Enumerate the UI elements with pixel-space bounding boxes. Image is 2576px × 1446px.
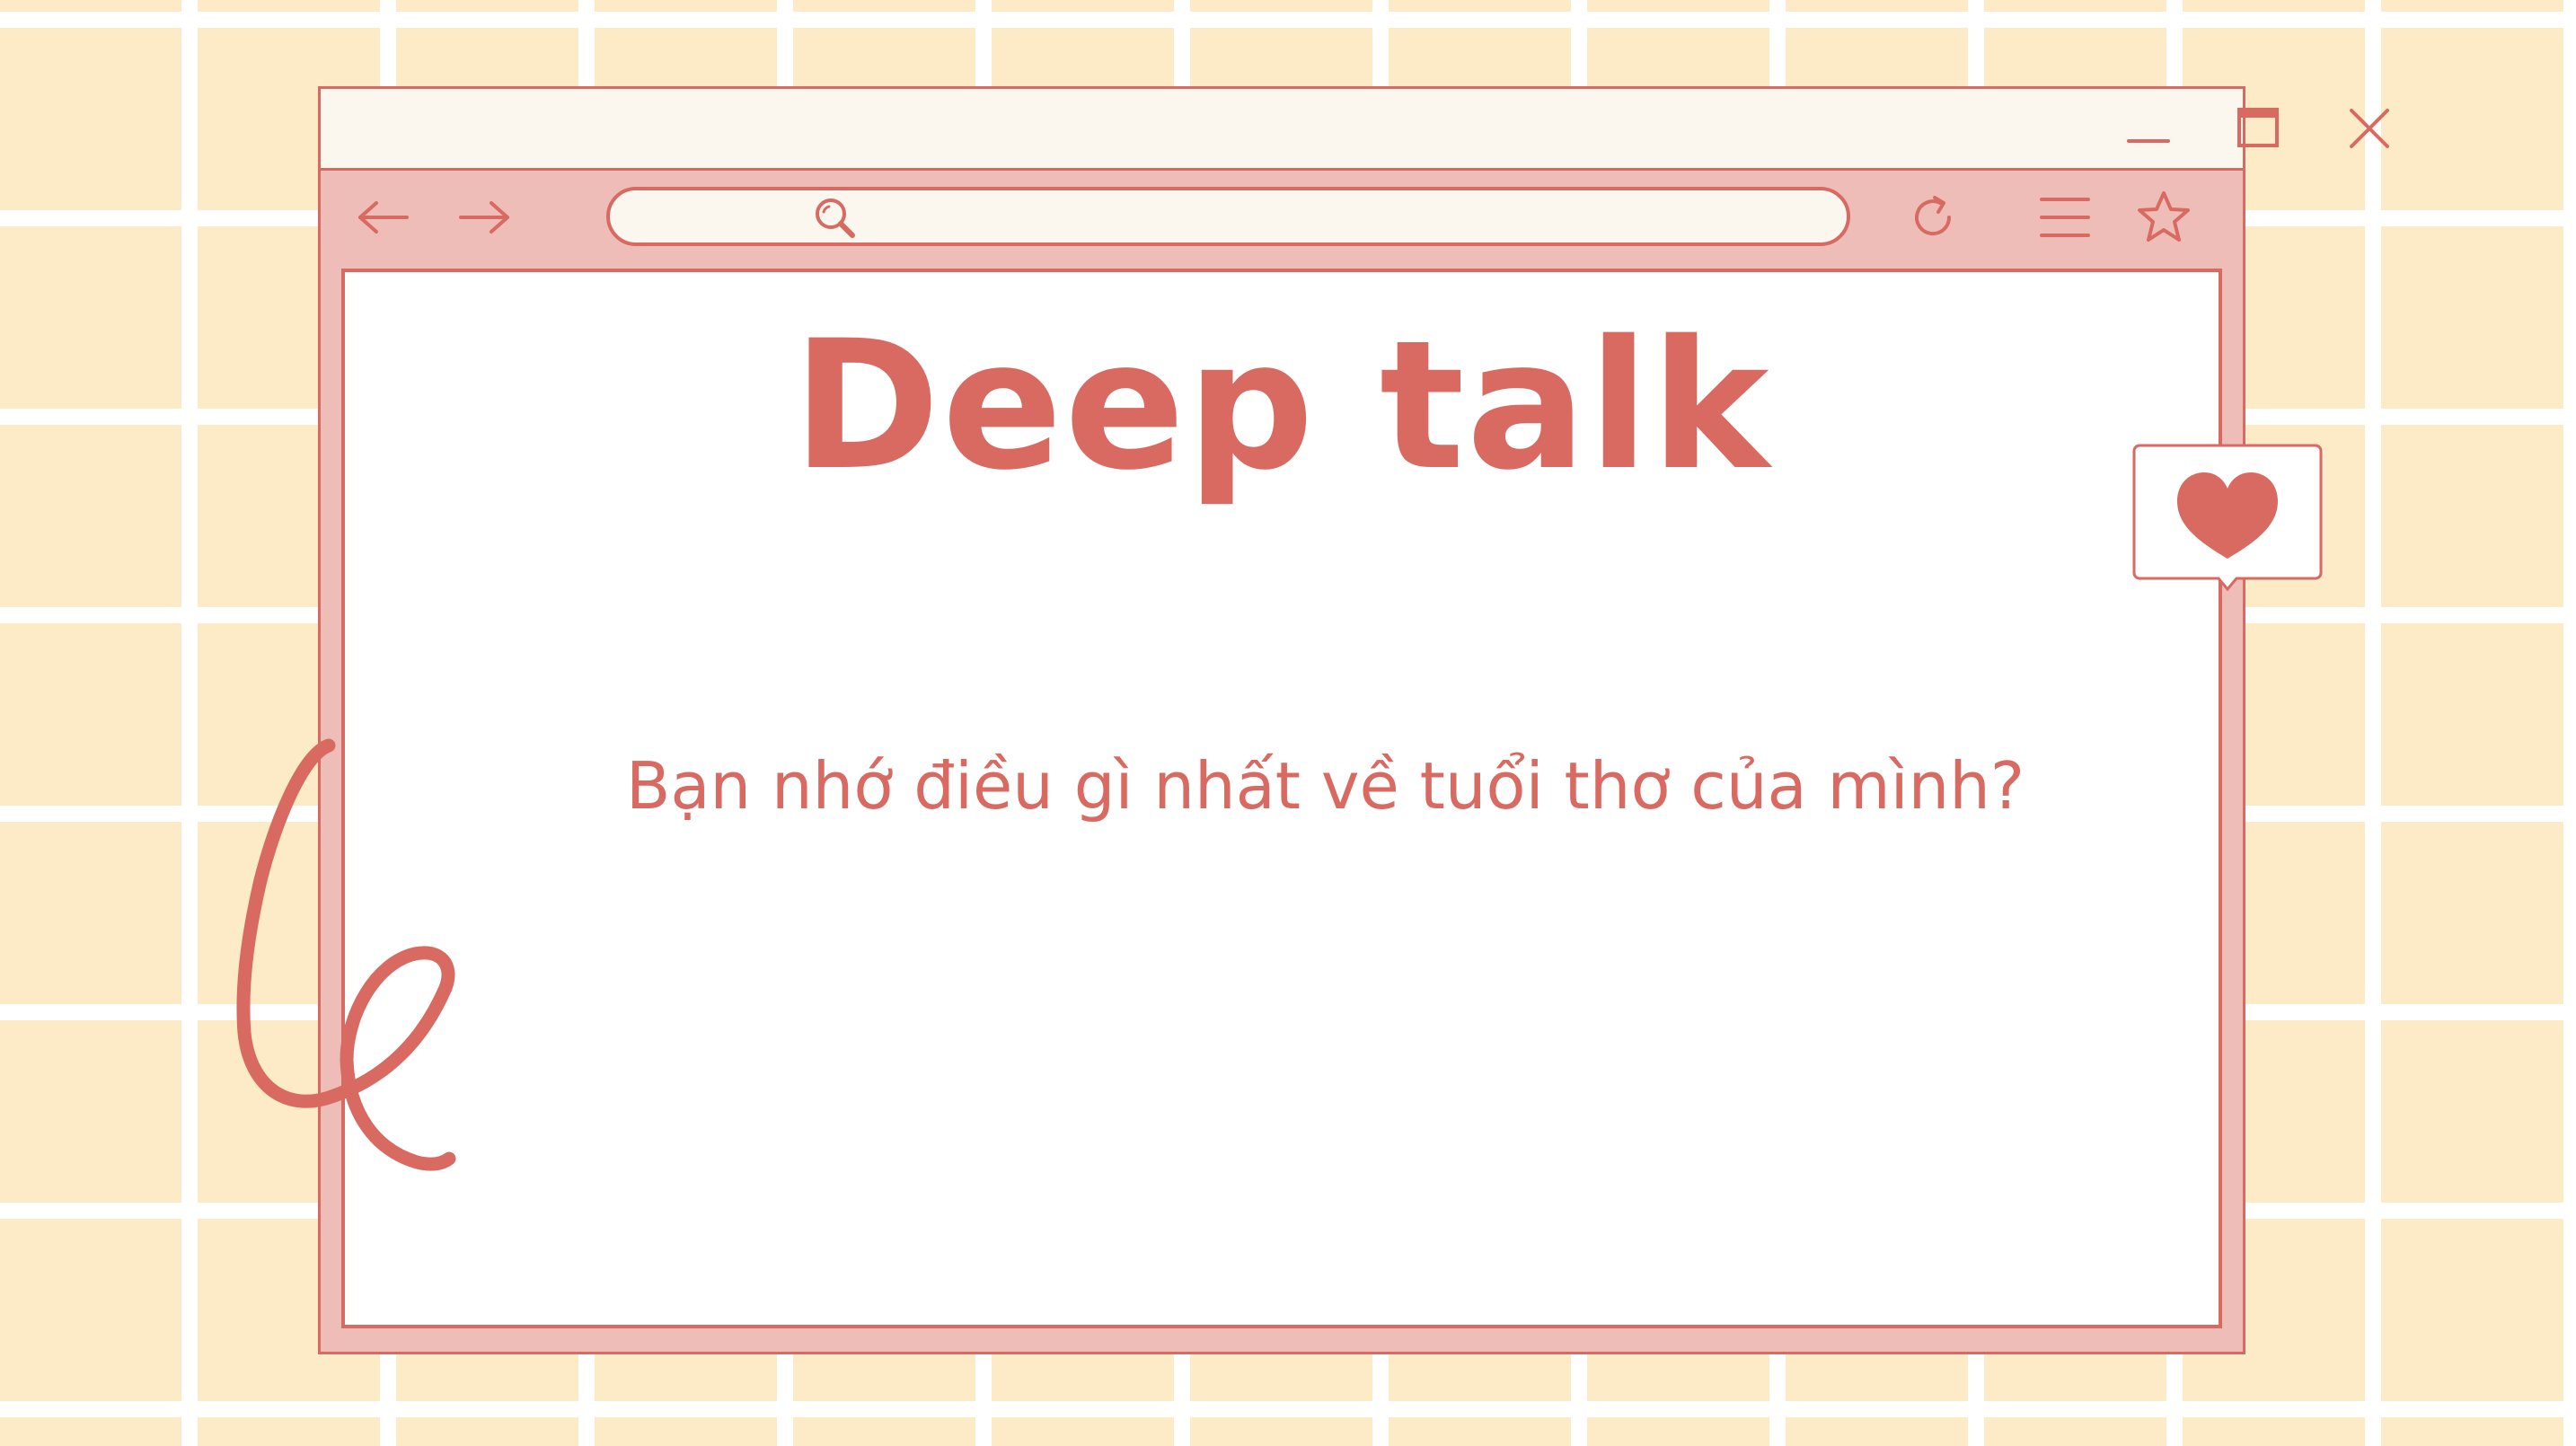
content-area: Deep talk Bạn nhớ điều gì nhất về tuổi t… [341,269,2222,1328]
like-notification [2132,444,2323,596]
reload-button[interactable] [1904,189,1962,246]
star-icon [2138,191,2190,242]
arrow-right-icon [459,201,509,234]
page-title: Deep talk [792,302,1771,509]
arrow-left-icon [358,201,409,234]
browser-window: Deep talk Bạn nhớ điều gì nhất về tuổi t… [318,86,2389,1354]
browser-toolbar [321,171,2243,268]
address-bar[interactable] [606,187,1850,246]
minimize-icon [2127,139,2170,143]
title-bar [321,89,2389,171]
close-button[interactable] [2346,105,2393,152]
menu-button[interactable] [2036,189,2094,246]
address-input[interactable] [718,196,1799,239]
close-icon [2350,109,2389,148]
question-text: Bạn nhớ điều gì nhất về tuổi thơ của mìn… [626,748,2025,824]
reload-icon [1915,196,1952,236]
back-button[interactable] [355,189,412,246]
minimize-button[interactable] [2125,105,2172,152]
maximize-button[interactable] [2235,105,2281,152]
hamburger-menu-icon [2040,198,2090,237]
favorite-button[interactable] [2135,189,2192,246]
forward-button[interactable] [455,189,513,246]
squiggle-doodle [205,719,492,1204]
maximize-icon [2237,108,2279,147]
